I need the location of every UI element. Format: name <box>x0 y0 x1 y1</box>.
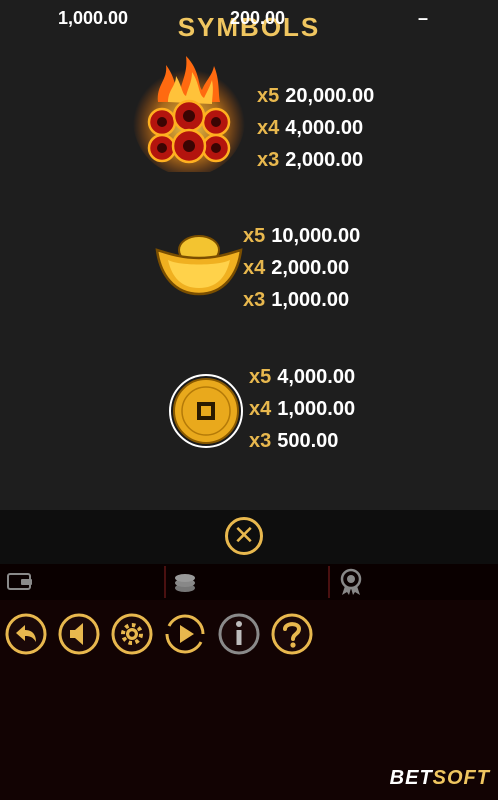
paytable-gold-coin: x5 4,000.00 x4 1,000.00 x3 500.00 <box>249 361 355 457</box>
coins-icon <box>175 574 195 592</box>
autoplay-icon <box>180 625 194 643</box>
balance-value: 1,000.00 <box>58 8 129 28</box>
gold-ingot-symbol-icon <box>155 235 243 296</box>
payout-amount: 1,000.00 <box>277 398 356 420</box>
pay-row: x5 4,000.00 <box>249 361 355 393</box>
logo-bet: BET <box>389 767 433 789</box>
pay-row: x5 10,000.00 <box>243 220 360 252</box>
paytable-gold-ingot: x5 10,000.00 x4 2,000.00 x3 1,000.00 <box>243 220 360 316</box>
close-button[interactable]: ✕ <box>225 517 263 555</box>
multiplier: x4 <box>257 117 280 139</box>
sound-button[interactable] <box>57 612 101 656</box>
multiplier: x5 <box>257 85 280 107</box>
help-button[interactable] <box>270 612 314 656</box>
divider <box>164 566 166 598</box>
fire-888-symbol-icon <box>133 56 245 172</box>
payout-amount: 10,000.00 <box>271 225 361 247</box>
award-icon <box>340 568 362 595</box>
gold-coin-symbol-icon <box>169 374 243 448</box>
logo-soft: SOFT <box>432 767 490 789</box>
settings-button[interactable] <box>110 612 154 656</box>
pay-row: x4 4,000.00 <box>257 112 374 144</box>
payout-amount: 500.00 <box>277 430 339 452</box>
multiplier: x4 <box>243 257 266 279</box>
multiplier: x5 <box>249 366 272 388</box>
payout-amount: 1,000.00 <box>271 289 350 311</box>
payout-amount: 2,000.00 <box>285 149 364 171</box>
pay-row: x4 1,000.00 <box>249 393 355 425</box>
bet-value: 200.00 <box>230 8 286 28</box>
divider <box>328 566 330 598</box>
pay-row: x5 20,000.00 <box>257 80 374 112</box>
win-value: – <box>418 8 429 28</box>
paytable-888: x5 20,000.00 x4 4,000.00 x3 2,000.00 <box>257 80 374 176</box>
payout-amount: 2,000.00 <box>271 257 350 279</box>
payout-amount: 20,000.00 <box>285 85 375 107</box>
autoplay-button[interactable] <box>163 612 207 656</box>
back-button[interactable] <box>4 612 48 656</box>
pay-row: x3 2,000.00 <box>257 144 374 176</box>
multiplier: x3 <box>257 149 280 171</box>
info-icon <box>236 621 242 645</box>
info-button[interactable] <box>217 612 261 656</box>
payout-amount: 4,000.00 <box>285 117 364 139</box>
multiplier: x4 <box>249 398 272 420</box>
multiplier: x3 <box>249 430 272 452</box>
pay-row: x3 500.00 <box>249 425 355 457</box>
wallet-icon <box>7 573 32 590</box>
multiplier: x5 <box>243 225 266 247</box>
payout-amount: 4,000.00 <box>277 366 356 388</box>
pay-row: x4 2,000.00 <box>243 252 360 284</box>
status-bar <box>0 564 498 600</box>
pay-row: x3 1,000.00 <box>243 284 360 316</box>
betsoft-logo: BETSOFT <box>390 767 490 790</box>
close-icon: ✕ <box>233 520 255 550</box>
multiplier: x3 <box>243 289 266 311</box>
